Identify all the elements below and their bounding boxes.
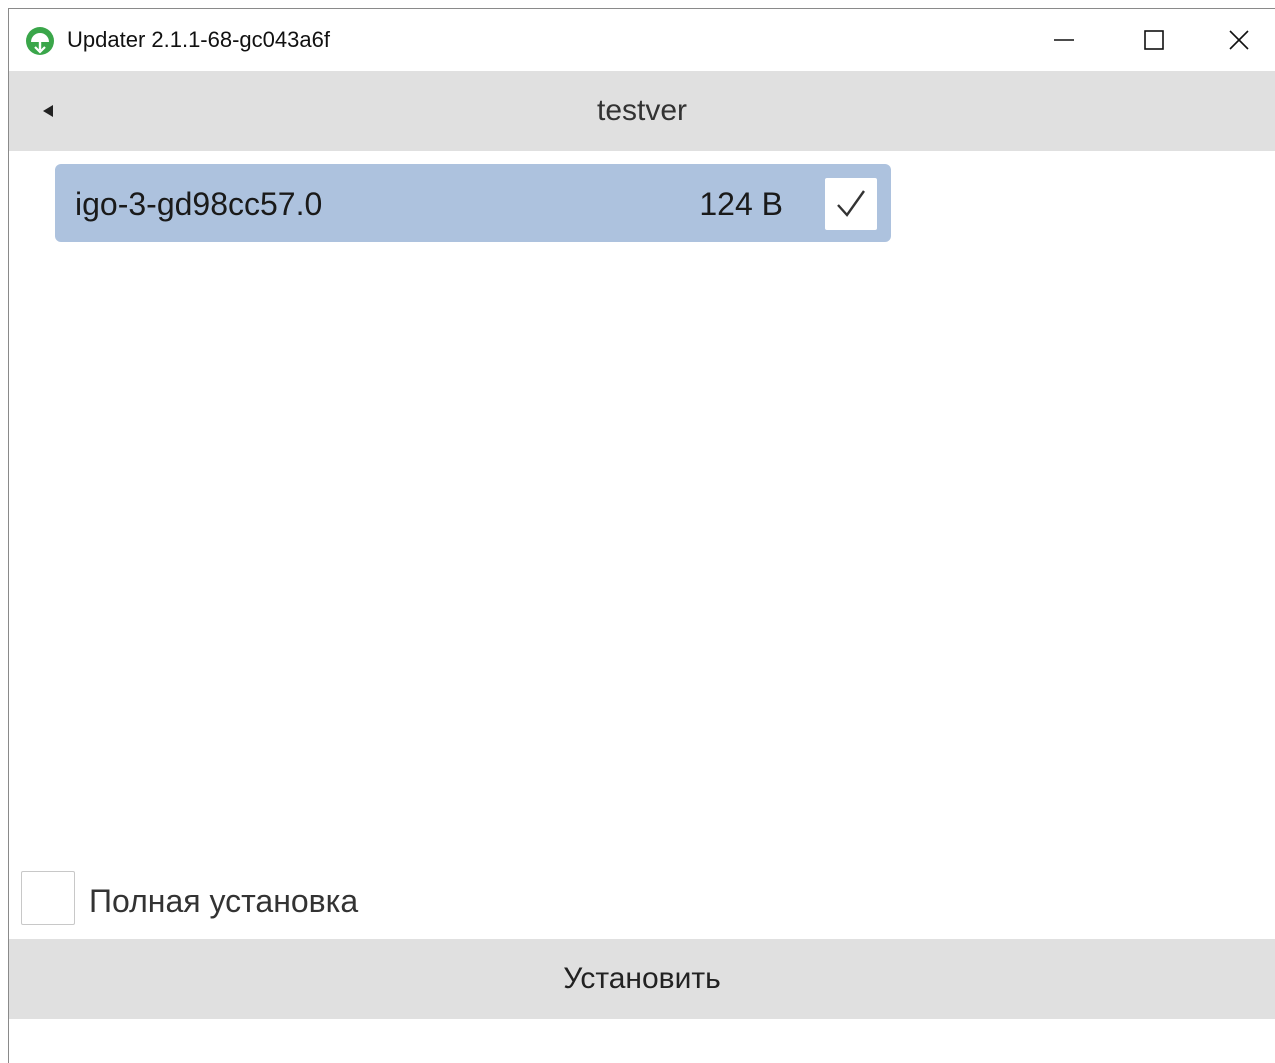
minimize-icon <box>1054 39 1074 41</box>
title-bar: Updater 2.1.1-68-gc043a6f <box>9 9 1275 71</box>
minimize-button[interactable] <box>1019 9 1109 71</box>
install-button[interactable]: Установить <box>9 939 1275 1019</box>
close-button[interactable] <box>1194 9 1275 71</box>
package-list-item[interactable]: igo-3-gd98cc57.0 124 B <box>55 164 891 242</box>
nav-title: testver <box>596 94 688 127</box>
maximize-icon <box>1144 30 1164 50</box>
package-name: igo-3-gd98cc57.0 <box>75 186 323 222</box>
checkmark-icon <box>837 190 865 217</box>
full-install-checkbox[interactable] <box>21 871 75 925</box>
install-button-label: Установить <box>563 962 721 995</box>
close-icon <box>1229 30 1249 50</box>
window-title: Updater 2.1.1-68-gc043a6f <box>67 27 330 52</box>
package-checkbox[interactable] <box>825 178 877 230</box>
app-icon <box>25 26 55 56</box>
nav-bar: testver <box>9 71 1275 151</box>
package-size: 124 B <box>699 186 783 222</box>
updater-window: Updater 2.1.1-68-gc043a6f testver igo-3-… <box>8 8 1275 1063</box>
full-install-label: Полная установка <box>89 883 359 919</box>
maximize-button[interactable] <box>1109 9 1199 71</box>
